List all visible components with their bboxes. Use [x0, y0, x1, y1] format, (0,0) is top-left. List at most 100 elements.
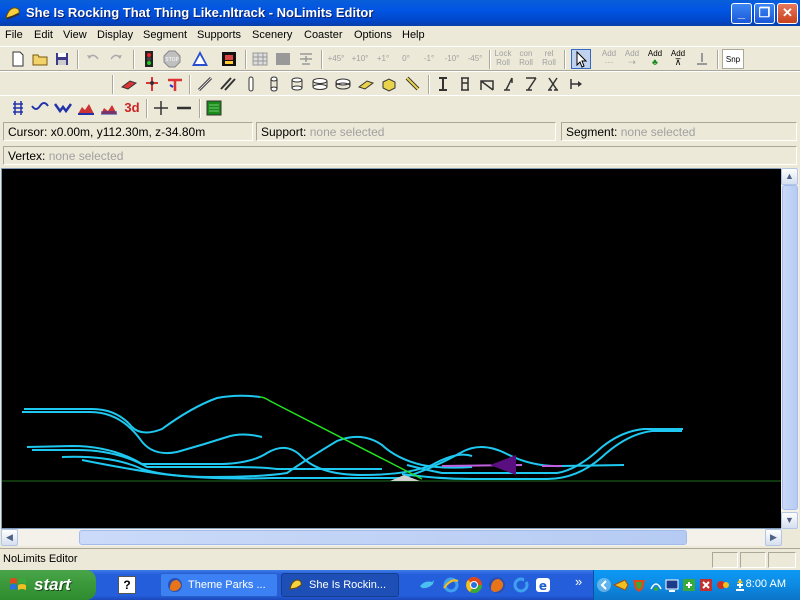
new-file-button[interactable]: [8, 49, 28, 69]
3d-view-button[interactable]: 3d: [121, 98, 143, 118]
network-tray-icon[interactable]: [664, 577, 680, 593]
messenger-tray-icon[interactable]: [613, 577, 629, 593]
menu-supports[interactable]: Supports: [197, 29, 241, 41]
selected-track-segment[interactable]: [259, 396, 423, 480]
editor-viewport[interactable]: [1, 168, 782, 529]
yellow-beam-button[interactable]: [402, 74, 422, 94]
support-connector-button[interactable]: [566, 74, 586, 94]
help-quicklaunch-icon[interactable]: ?: [118, 576, 136, 594]
footer-button[interactable]: [692, 49, 712, 69]
alert-tray-icon[interactable]: [698, 577, 714, 593]
rotate-zero-button[interactable]: 0°: [395, 49, 417, 69]
yellow-box-button[interactable]: [379, 74, 399, 94]
terrain-alt-button[interactable]: [99, 98, 119, 118]
pillar-button[interactable]: [241, 74, 261, 94]
zoom-out-button[interactable]: [174, 98, 194, 118]
scroll-up-button[interactable]: ▲: [781, 168, 798, 185]
firefox-quicklaunch-icon[interactable]: [488, 576, 506, 594]
bird-quicklaunch-icon[interactable]: [418, 576, 436, 594]
undo-button[interactable]: [83, 49, 103, 69]
taskbar-item-firefox[interactable]: Theme Parks ...: [160, 573, 278, 597]
close-button[interactable]: ✕: [777, 3, 798, 24]
t-support-button[interactable]: [165, 74, 185, 94]
menu-display[interactable]: Display: [97, 29, 133, 41]
disc-button[interactable]: [333, 74, 353, 94]
vertical-scrollbar[interactable]: ▲ ▼: [781, 168, 799, 529]
menu-coaster[interactable]: Coaster: [304, 29, 343, 41]
triangle-warning-button[interactable]: [190, 49, 210, 69]
menu-help[interactable]: Help: [402, 29, 425, 41]
select-pointer-button[interactable]: [571, 49, 591, 69]
redo-button[interactable]: [106, 49, 126, 69]
wide-cylinder-button[interactable]: [310, 74, 330, 94]
grid-view-button[interactable]: [250, 49, 270, 69]
vertical-scroll-thumb[interactable]: [782, 185, 798, 510]
maximize-button[interactable]: ❐: [754, 3, 775, 24]
security-tray-icon[interactable]: [715, 577, 731, 593]
support-single-button[interactable]: [433, 74, 453, 94]
con-roll-button[interactable]: con Roll: [515, 49, 537, 69]
scroll-left-button[interactable]: ◀: [1, 529, 18, 546]
menu-edit[interactable]: Edit: [34, 29, 53, 41]
rotate-plus10-button[interactable]: +10°: [349, 49, 371, 69]
add-support-button[interactable]: Add ⊼: [667, 49, 689, 69]
horizontal-scrollbar[interactable]: ◀ ▶: [1, 529, 782, 546]
antivirus-tray-icon[interactable]: [681, 577, 697, 593]
rotate-plus1-button[interactable]: +1°: [372, 49, 394, 69]
open-file-button[interactable]: [30, 49, 50, 69]
add-segment-button[interactable]: Add ⇢: [621, 49, 643, 69]
refresh-quicklaunch-icon[interactable]: [512, 576, 530, 594]
support-lean-button[interactable]: [499, 74, 519, 94]
cylinder-button[interactable]: [287, 74, 307, 94]
horizontal-scroll-thumb[interactable]: [79, 530, 687, 545]
menu-segment[interactable]: Segment: [143, 29, 187, 41]
yellow-block-button[interactable]: [356, 74, 376, 94]
track-rail-button[interactable]: [8, 98, 28, 118]
ie-small-quicklaunch-icon[interactable]: e: [534, 576, 552, 594]
title-bar[interactable]: She Is Rocking That Thing Like.nltrack -…: [0, 0, 800, 26]
shield-tray-icon[interactable]: [631, 577, 647, 593]
support-tower-button[interactable]: [455, 74, 475, 94]
lock-roll-button[interactable]: Lock Roll: [492, 49, 514, 69]
scroll-right-button[interactable]: ▶: [765, 529, 782, 546]
wireless-tray-icon[interactable]: [648, 577, 664, 593]
menu-file[interactable]: File: [5, 29, 23, 41]
chrome-quicklaunch-icon[interactable]: [465, 576, 483, 594]
menu-scenery[interactable]: Scenery: [252, 29, 292, 41]
align-button[interactable]: [296, 49, 316, 69]
menu-options[interactable]: Options: [354, 29, 392, 41]
show-more-chevron[interactable]: »: [575, 574, 582, 589]
tray-collapse-icon[interactable]: [596, 577, 612, 593]
track-segment[interactable]: [24, 394, 261, 434]
coaster-track[interactable]: [22, 394, 683, 480]
support-cross-button[interactable]: [543, 74, 563, 94]
stop-button[interactable]: STOP: [162, 49, 182, 69]
rotate-minus45-button[interactable]: -45°: [464, 49, 486, 69]
ie-quicklaunch-icon[interactable]: [442, 576, 460, 594]
terrain-button[interactable]: [76, 98, 96, 118]
minimize-button[interactable]: _: [731, 3, 752, 24]
rotate-minus1-button[interactable]: -1°: [418, 49, 440, 69]
solid-view-button[interactable]: [273, 49, 293, 69]
add-vertex-button[interactable]: Add ⋯: [598, 49, 620, 69]
support-arch-button[interactable]: [477, 74, 497, 94]
column-button[interactable]: [264, 74, 284, 94]
start-button[interactable]: start: [0, 570, 96, 600]
save-button[interactable]: [52, 49, 72, 69]
traffic-light-button[interactable]: [139, 49, 159, 69]
snap-button[interactable]: Snp: [722, 49, 744, 69]
3d-preview-button[interactable]: [204, 98, 224, 118]
wave-track-button[interactable]: [30, 98, 50, 118]
test-train-button[interactable]: [219, 49, 239, 69]
zoom-in-button[interactable]: [151, 98, 171, 118]
scroll-down-button[interactable]: ▼: [781, 512, 798, 529]
track-piece-button[interactable]: [119, 74, 139, 94]
rotate-plus45-button[interactable]: +45°: [325, 49, 347, 69]
track-segment[interactable]: [401, 430, 682, 480]
taskbar-item-nolimits[interactable]: She Is Rockin...: [281, 573, 399, 597]
rel-roll-button[interactable]: rel Roll: [538, 49, 560, 69]
rotate-minus10-button[interactable]: -10°: [441, 49, 463, 69]
support-brace-button[interactable]: [521, 74, 541, 94]
valley-track-button[interactable]: [53, 98, 73, 118]
track-view-canvas[interactable]: [2, 169, 781, 528]
